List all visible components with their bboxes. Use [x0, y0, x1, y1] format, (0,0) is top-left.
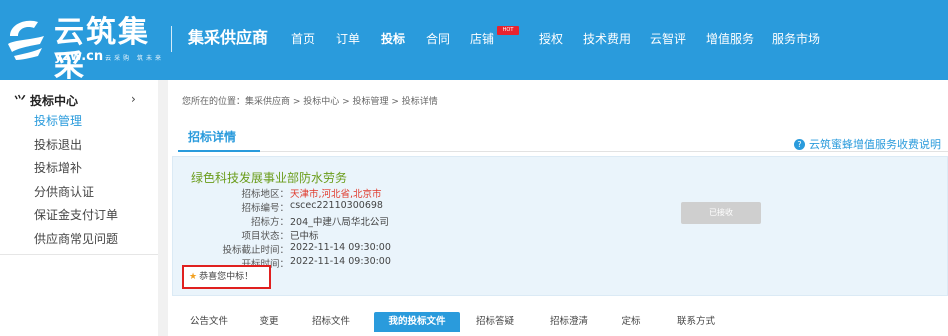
- sidebar-item-deposit-orders[interactable]: 保证金支付订单: [34, 207, 118, 223]
- nav-item-cloud-review[interactable]: 云智评: [650, 29, 686, 49]
- field-row-region: 招标地区： 天津市,河北省,北京市: [173, 186, 573, 200]
- tab-tender-clarification[interactable]: 招标澄清: [544, 312, 594, 332]
- sidebar: ⺍投标中心 › 投标管理 投标退出 投标增补 分供商认证 保证金支付订单 供应商…: [0, 80, 158, 336]
- sidebar-item-bid-management[interactable]: 投标管理: [34, 113, 82, 129]
- service-fee-help-link[interactable]: ? 云筑蜜蜂增值服务收费说明: [794, 136, 941, 152]
- field-row-tenderer: 招标方： 204_中建八局华北公司: [173, 214, 573, 228]
- nav-item-home[interactable]: 首页: [291, 29, 315, 49]
- tab-changes[interactable]: 变更: [252, 312, 286, 332]
- sidebar-section-header[interactable]: ⺍投标中心: [14, 92, 78, 108]
- logo-domain-text: yzw.cn: [54, 49, 104, 64]
- nav-item-tech-fees[interactable]: 技术费用: [583, 29, 631, 49]
- field-row-bid-number: 招标编号： cscec22110300698: [173, 200, 573, 214]
- cloud-logo-icon: [8, 20, 44, 60]
- tab-tender-qa[interactable]: 招标答疑: [470, 312, 520, 332]
- field-label: 招标方：: [250, 217, 289, 228]
- congrats-text: 恭喜您中标！: [199, 272, 254, 282]
- nav-item-store[interactable]: 店铺 HOT: [470, 26, 519, 49]
- congrats-badge: ★ 恭喜您中标！: [182, 265, 271, 289]
- field-label: 招标编号：: [241, 203, 289, 214]
- field-value: 天津市,河北省,北京市: [290, 189, 382, 200]
- field-value: 已中标: [290, 231, 319, 242]
- nav-item-store-label: 店铺: [470, 32, 495, 46]
- chevron-right-icon[interactable]: ›: [131, 92, 136, 106]
- tab-my-bid-files[interactable]: 我的投标文件: [374, 312, 460, 332]
- sidebar-item-faq[interactable]: 供应商常见问题: [34, 231, 118, 247]
- main-content: 您所在的位置：集采供应商 > 投标中心 > 投标管理 > 投标详情 招标详情 ?…: [168, 80, 948, 336]
- nav-item-bidding[interactable]: 投标: [381, 29, 405, 49]
- top-header: 云筑集采 yzw.cn 云采购 筑未来 集采供应商 首页 订单 投标 合同 店铺 …: [0, 0, 948, 84]
- field-value: 2022-11-14 09:30:00: [290, 256, 391, 267]
- sidebar-item-bid-withdraw[interactable]: 投标退出: [34, 137, 82, 153]
- breadcrumb: 您所在的位置：集采供应商 > 投标中心 > 投标管理 > 投标详情: [182, 97, 438, 107]
- logo[interactable]: 云筑集采 yzw.cn 云采购 筑未来: [0, 0, 170, 84]
- service-fee-help-label: 云筑蜜蜂增值服务收费说明: [809, 138, 941, 151]
- nav-item-value-added[interactable]: 增值服务: [706, 29, 754, 49]
- tab-announcement-files[interactable]: 公告文件: [184, 312, 234, 332]
- tab-contact[interactable]: 联系方式: [671, 312, 721, 332]
- nav-item-service-market[interactable]: 服务市场: [772, 29, 820, 49]
- field-value: cscec22110300698: [290, 200, 383, 211]
- nav-item-orders[interactable]: 订单: [336, 29, 360, 49]
- nav-item-contracts[interactable]: 合同: [426, 29, 450, 49]
- nav-item-authorization[interactable]: 授权: [539, 29, 563, 49]
- tab-award[interactable]: 定标: [614, 312, 648, 332]
- logo-domain: yzw.cn 云采购 筑未来: [54, 50, 164, 66]
- question-icon: ?: [794, 139, 805, 150]
- star-icon: ★: [189, 272, 198, 282]
- project-title: 绿色科技发展事业部防水劳务: [191, 171, 348, 185]
- bid-hammer-icon: ⺍: [14, 94, 27, 108]
- section-title-underline: [178, 150, 260, 152]
- hot-badge: HOT: [497, 26, 519, 35]
- sidebar-divider: [0, 254, 158, 255]
- section-title: 招标详情: [188, 130, 237, 144]
- detail-tabs: 公告文件 变更 招标文件 我的投标文件 招标答疑 招标澄清 定标 联系方式: [168, 310, 948, 336]
- field-value: 2022-11-14 09:30:00: [290, 242, 391, 253]
- brand-title[interactable]: 集采供应商: [188, 28, 268, 48]
- field-label: 投标截止时间：: [222, 245, 289, 256]
- logo-tagline: 云采购 筑未来: [105, 55, 165, 62]
- project-info-panel: 绿色科技发展事业部防水劳务 招标地区： 天津市,河北省,北京市 招标编号： cs…: [172, 156, 948, 296]
- field-value: 204_中建八局华北公司: [290, 217, 389, 228]
- sidebar-section-label: 投标中心: [30, 94, 79, 108]
- field-label: 招标地区：: [241, 189, 289, 200]
- tab-tender-files[interactable]: 招标文件: [306, 312, 356, 332]
- header-divider: [171, 26, 172, 52]
- field-label: 项目状态：: [241, 231, 289, 242]
- received-status-button[interactable]: 已接收: [681, 202, 761, 224]
- sidebar-item-bid-supplement[interactable]: 投标增补: [34, 160, 82, 176]
- field-row-deadline: 投标截止时间： 2022-11-14 09:30:00: [173, 242, 573, 256]
- sidebar-item-subcontractor-cert[interactable]: 分供商认证: [34, 184, 94, 200]
- field-row-status: 项目状态： 已中标: [173, 228, 573, 242]
